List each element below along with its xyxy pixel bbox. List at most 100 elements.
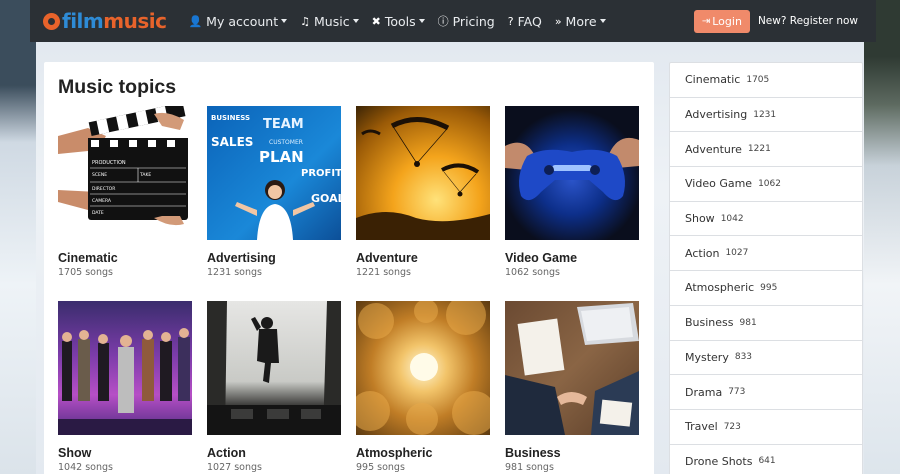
nav-item-my-account[interactable]: 👤 My account <box>188 13 288 29</box>
sidebar-item-drama[interactable]: Drama 773 <box>670 375 862 410</box>
caret-down-icon <box>281 19 288 23</box>
clapper-camera-text: CAMERA <box>92 198 112 204</box>
sidebar-item-count: 981 <box>739 317 757 328</box>
clapper-scene-text: SCENE <box>92 172 107 178</box>
sidebar-item-count: 833 <box>734 352 753 363</box>
topic-card-adventure[interactable]: Adventure 1221 songs <box>356 106 490 278</box>
sidebar-item-action[interactable]: Action 1027 <box>670 236 862 272</box>
music-topics-panel: Music topics PRODUCTION SCENE TAKE DIREC… <box>44 62 654 474</box>
topic-song-count: 981 songs <box>505 462 554 473</box>
topic-card-cinematic[interactable]: PRODUCTION SCENE TAKE DIRECTOR CAMERA DA… <box>58 106 192 278</box>
sidebar-item-label: Adventure <box>685 142 742 156</box>
nav-item-label: More <box>565 13 597 29</box>
navbar: film music 👤 My account ♫ Music ✖ Tools ⓘ Pri… <box>30 0 876 42</box>
topic-image-business <box>505 301 639 435</box>
nav-item-tools[interactable]: ✖ Tools <box>372 13 425 29</box>
sidebar-item-drone-shots[interactable]: Drone Shots 641 <box>670 445 862 474</box>
topic-title: Show <box>58 446 92 460</box>
clapper-date-text: DATE <box>92 210 104 216</box>
sidebar-item-count: 641 <box>758 456 776 467</box>
nav-item-music[interactable]: ♫ Music <box>300 13 359 29</box>
nav-item-label: Pricing <box>452 13 495 29</box>
ad-word-sales: SALES <box>211 135 253 149</box>
topic-image-adventure <box>356 106 490 240</box>
sign-in-icon: ⇥ <box>701 15 711 27</box>
register-link[interactable]: New? Register now <box>758 15 858 27</box>
info-icon: ⓘ <box>437 15 449 28</box>
topic-song-count: 1231 songs <box>207 267 262 278</box>
clapper-director-text: DIRECTOR <box>92 186 115 192</box>
sidebar-item-count: 773 <box>728 387 746 398</box>
caret-down-icon <box>352 19 359 23</box>
caret-down-icon <box>418 19 425 23</box>
page-title: Music topics <box>58 76 177 98</box>
sidebar-item-label: Show <box>685 212 715 226</box>
topic-image-show <box>58 301 192 435</box>
topic-song-count: 995 songs <box>356 462 405 473</box>
sidebar-item-label: Drama <box>685 385 723 399</box>
sidebar-item-adventure[interactable]: Adventure 1221 <box>670 132 862 168</box>
topic-card-video-game[interactable]: Video Game 1062 songs <box>505 106 639 278</box>
ad-word-business: BUSINESS <box>211 114 250 122</box>
sidebar-item-count: 1042 <box>720 213 744 224</box>
topic-song-count: 1221 songs <box>356 267 411 278</box>
topic-title: Cinematic <box>58 251 118 265</box>
topic-title: Advertising <box>207 251 276 265</box>
sidebar-item-label: Advertising <box>685 108 748 122</box>
topic-image-action <box>207 301 341 435</box>
sidebar-item-label: Drone Shots <box>685 454 753 468</box>
record-icon <box>43 12 60 30</box>
sidebar-item-count: 723 <box>723 421 741 432</box>
topic-song-count: 1705 songs <box>58 267 113 278</box>
nav-item-more[interactable]: » More <box>555 13 606 29</box>
sidebar-item-count: 995 <box>760 282 778 293</box>
sidebar-item-advertising[interactable]: Advertising 1231 <box>670 98 862 133</box>
topic-card-atmospheric[interactable]: Atmospheric 995 songs <box>356 301 490 473</box>
sidebar-item-business[interactable]: Business 981 <box>670 306 862 341</box>
ad-word-customer: CUSTOMER <box>269 139 303 146</box>
topic-title: Business <box>505 446 561 460</box>
sidebar-item-travel[interactable]: Travel 723 <box>670 410 862 445</box>
topic-song-count: 1027 songs <box>207 462 262 473</box>
clapper-production-text: PRODUCTION <box>92 160 126 166</box>
auth-area: ⇥ Login New? Register now <box>693 9 858 33</box>
sidebar-item-label: Mystery <box>685 350 729 364</box>
music-note-icon: ♫ <box>300 14 311 28</box>
sidebar-item-label: Business <box>685 316 734 330</box>
topics-sidebar: Cinematic 1705 Advertising 1231 Adventure 1… <box>669 62 863 474</box>
topic-card-show[interactable]: Show 1042 songs <box>58 301 192 473</box>
ad-word-plan: PLAN <box>259 148 304 166</box>
topic-card-action[interactable]: Action 1027 songs <box>207 301 341 473</box>
brand-logo-part2: music <box>103 9 167 33</box>
login-label: Login <box>712 14 742 28</box>
nav-item-label: My account <box>206 13 279 29</box>
login-button[interactable]: ⇥ Login <box>693 9 750 33</box>
ad-word-goal: GOAL <box>311 192 341 205</box>
sidebar-item-atmospheric[interactable]: Atmospheric 995 <box>670 271 862 306</box>
sidebar-item-show[interactable]: Show 1042 <box>670 202 862 237</box>
topic-card-advertising[interactable]: BUSINESS TEAM SALES CUSTOMER PLAN PROFIT… <box>207 106 341 278</box>
ad-word-team: TEAM <box>263 117 304 132</box>
nav-item-label: Tools <box>384 13 416 29</box>
caret-down-icon <box>599 19 606 23</box>
question-icon: ? <box>507 14 514 28</box>
topic-title: Adventure <box>356 251 418 265</box>
topic-title: Video Game <box>505 251 578 265</box>
nav-item-pricing[interactable]: ⓘ Pricing <box>438 13 495 29</box>
sidebar-item-cinematic[interactable]: Cinematic 1705 <box>670 63 862 98</box>
snow-tree-left-decoration <box>0 0 36 474</box>
topic-song-count: 1062 songs <box>505 267 560 278</box>
double-chevron-icon: » <box>554 14 562 28</box>
sidebar-item-mystery[interactable]: Mystery 833 <box>670 341 862 376</box>
main-menu: 👤 My account ♫ Music ✖ Tools ⓘ Pricing ? FAQ … <box>188 13 618 29</box>
brand-logo[interactable]: film music <box>43 9 167 33</box>
topic-title: Atmospheric <box>356 446 433 460</box>
sidebar-item-count: 1027 <box>725 248 749 259</box>
sidebar-item-label: Cinematic <box>685 73 741 87</box>
nav-item-faq[interactable]: ? FAQ <box>508 13 542 29</box>
topic-card-business[interactable]: Business 981 songs <box>505 301 639 473</box>
brand-logo-part1: film <box>62 9 104 33</box>
sidebar-item-count: 1062 <box>758 178 781 189</box>
sidebar-item-video-game[interactable]: Video Game 1062 <box>670 167 862 202</box>
clapper-take-text: TAKE <box>139 172 151 178</box>
